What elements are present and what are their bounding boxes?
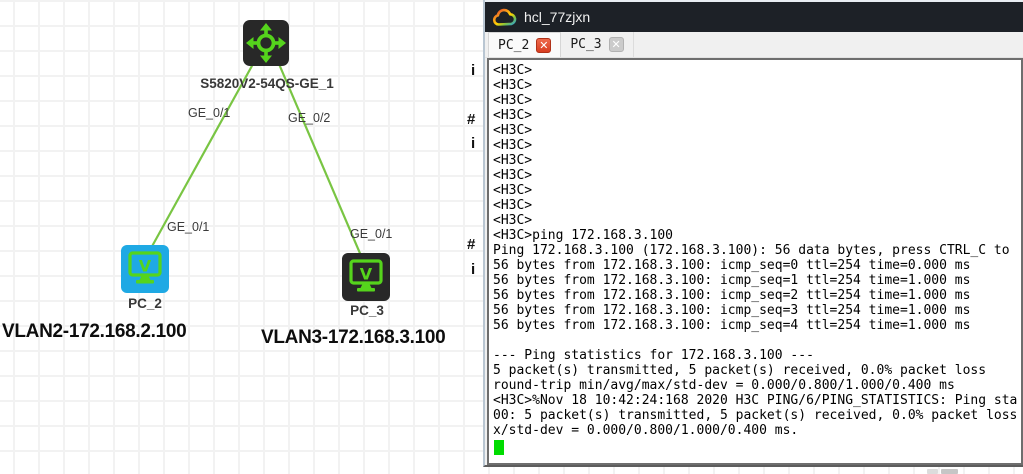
terminal-console[interactable]: <H3C> <H3C> <H3C> <H3C> <H3C> <H3C> <H3C… [487, 58, 1023, 465]
port-label-pc3-ge01: GE_0/1 [350, 227, 393, 241]
console-tabbar: PC_2 ✕ PC_3 ✕ [485, 32, 1023, 58]
clipped-canvas-glyph: i [471, 135, 476, 152]
tab-pc2[interactable]: PC_2 ✕ [488, 32, 562, 57]
pc3-vlan-caption: VLAN3-172.168.3.100 [261, 327, 446, 348]
clipped-canvas-glyph: # [467, 111, 476, 128]
pc-monitor-icon: V [121, 245, 169, 293]
node-pc3[interactable]: V [342, 253, 390, 301]
pc-monitor-icon: V [342, 253, 390, 301]
window-titlebar[interactable]: hcl_77zjxn [485, 0, 1023, 32]
port-label-switch-ge02: GE_0/2 [288, 111, 331, 125]
node-switch[interactable] [243, 20, 289, 66]
pc2-vlan-caption: VLAN2-172.168.2.100 [2, 321, 187, 342]
horizontal-scrollbar-thumb[interactable] [941, 469, 958, 474]
clipped-canvas-glyph: i [471, 261, 476, 278]
horizontal-scrollbar-thumb[interactable] [927, 469, 938, 474]
switch-icon [243, 20, 289, 66]
port-label-pc2-ge01: GE_0/1 [167, 220, 210, 234]
hcl-cloud-logo-icon [492, 8, 517, 26]
pc3-label: PC_3 [350, 303, 384, 318]
tab-pc3-label: PC_3 [570, 37, 602, 52]
window-title: hcl_77zjxn [524, 9, 591, 25]
close-tab-pc2-icon[interactable]: ✕ [536, 37, 552, 53]
svg-text:V: V [139, 257, 152, 276]
tab-pc3[interactable]: PC_3 ✕ [561, 32, 634, 57]
clipped-canvas-glyph: i [471, 62, 476, 79]
pc2-label: PC_2 [128, 296, 162, 311]
terminal-output: <H3C> <H3C> <H3C> <H3C> <H3C> <H3C> <H3C… [493, 63, 1018, 438]
close-tab-pc3-icon[interactable]: ✕ [608, 37, 624, 52]
console-window: hcl_77zjxn PC_2 ✕ PC_3 ✕ <H3C> <H3C> <H3… [483, 0, 1023, 467]
terminal-cursor [494, 440, 504, 455]
svg-text:V: V [360, 265, 373, 284]
port-label-switch-ge01: GE_0/1 [188, 106, 231, 120]
tab-pc2-label: PC_2 [498, 37, 530, 53]
switch-label: S5820V2-54QS-GE_1 [200, 76, 334, 91]
node-pc2[interactable]: V [121, 245, 169, 293]
clipped-canvas-glyph: # [467, 236, 476, 253]
